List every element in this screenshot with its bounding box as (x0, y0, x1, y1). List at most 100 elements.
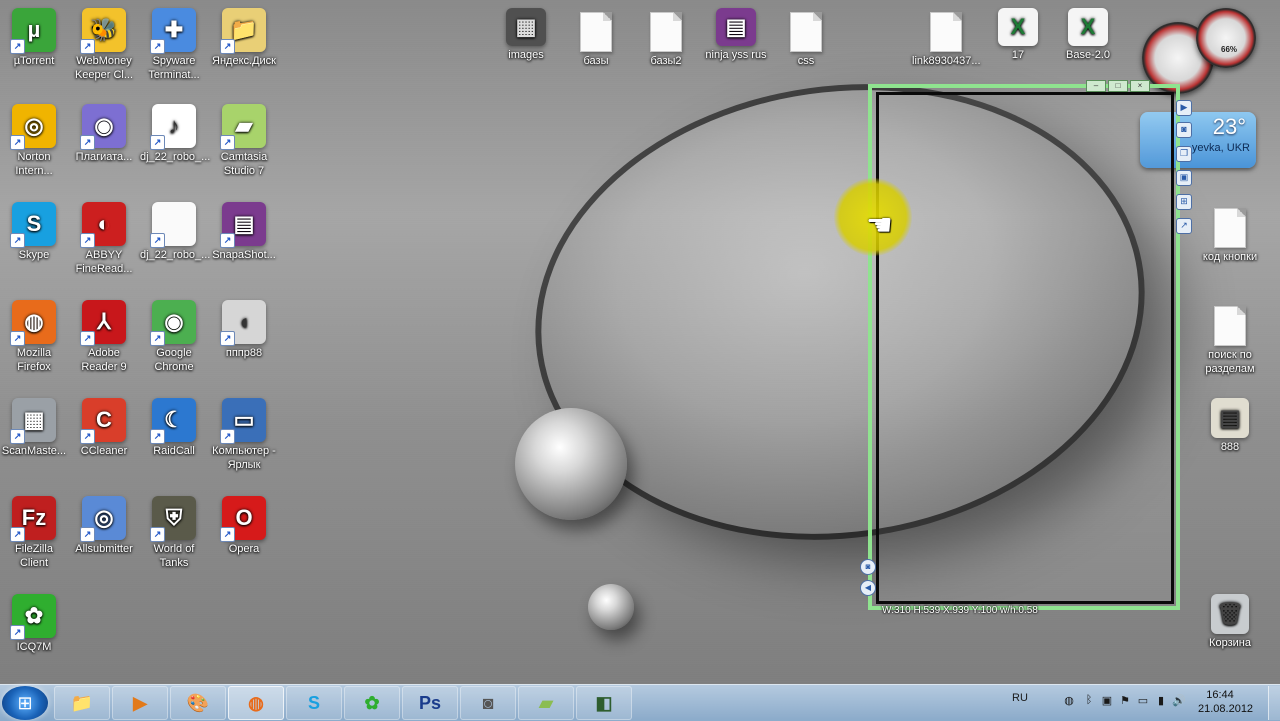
gauge-percent: 66% (1221, 45, 1238, 54)
taskbar-button[interactable]: ▶ (112, 686, 168, 720)
desktop-icon-label: Camtasia Studio 7 (220, 151, 268, 177)
show-desktop-button[interactable] (1268, 686, 1280, 720)
shortcut-arrow-icon: ↗ (80, 135, 95, 150)
desktop-icon[interactable]: X Base-2.0 (1054, 8, 1122, 62)
arrow-left-icon[interactable]: ◀ (860, 580, 876, 596)
desktop-icon[interactable]: 🗑 Корзина (1194, 594, 1266, 650)
snapshot-icon[interactable]: ◙ (860, 559, 876, 575)
taskbar-button[interactable]: Ps (402, 686, 458, 720)
copy-icon[interactable]: ❐ (1176, 146, 1192, 162)
bluetooth-icon[interactable]: ᛒ (1082, 694, 1096, 708)
shortcut-arrow-icon: ↗ (150, 429, 165, 444)
desktop-icon[interactable]: ▦ ↗ ScanMaste... (0, 398, 68, 458)
desktop-icon[interactable]: ⛨ ↗ World of Tanks (140, 496, 208, 570)
taskbar-button[interactable]: 🎨 (170, 686, 226, 720)
shortcut-arrow-icon: ↗ (150, 39, 165, 54)
desktop-icon[interactable]: ◖ ↗ пппр88 (210, 300, 278, 360)
desktop-icon[interactable]: 📁 ↗ Яндекс.Диск (210, 8, 278, 68)
excel-file-icon: X (998, 8, 1038, 46)
signal-icon[interactable]: ▮ (1154, 694, 1168, 708)
file-icon (580, 12, 612, 52)
toggle-icon: ◖ ↗ (220, 300, 266, 346)
capture-minimize-button[interactable]: – (1086, 80, 1106, 92)
desktop-icon[interactable]: css (772, 8, 840, 68)
desktop-icon[interactable]: ◎ ↗ Norton Intern... (0, 104, 68, 178)
desktop-icon[interactable]: поиск по разделам (1194, 302, 1266, 376)
taskbar-button[interactable]: ◧ (576, 686, 632, 720)
desktop-icon-label: Base-2.0 (1065, 49, 1111, 61)
taskbar-button[interactable]: S (286, 686, 342, 720)
display-icon[interactable]: ▭ (1136, 694, 1150, 708)
capture-maximize-button[interactable]: □ (1108, 80, 1128, 92)
resize-icon[interactable]: ⊞ (1176, 194, 1192, 210)
capture-region-inner[interactable] (876, 92, 1174, 604)
capture-close-button[interactable]: × (1130, 80, 1150, 92)
desktop-icon-label: µTorrent (13, 55, 55, 67)
desktop-icon[interactable]: O ↗ Opera (210, 496, 278, 556)
export-icon[interactable]: ↗ (1176, 218, 1192, 234)
language-indicator[interactable]: RU (1012, 692, 1028, 704)
desktop-icon[interactable]: базы (562, 8, 630, 68)
desktop-icon[interactable]: ▭ ↗ Компьютер - Ярлык (210, 398, 278, 472)
save-icon[interactable]: ▣ (1176, 170, 1192, 186)
desktop-icon-label: dj_22_robo_... (140, 151, 211, 163)
desktop-icon-label: базы (583, 55, 609, 67)
desktop-icon[interactable]: ▦ images (492, 8, 560, 62)
desktop-icon[interactable]: ♪ ↗ dj_22_robo_... (140, 104, 211, 164)
desktop-icon-label: код кнопки (1202, 251, 1258, 263)
desktop-icon[interactable]: код кнопки (1194, 204, 1266, 264)
desktop-icon[interactable]: X 17 (984, 8, 1052, 62)
desktop-icon[interactable]: S ↗ Skype (0, 202, 68, 262)
camera-icon[interactable]: ◙ (1176, 122, 1192, 138)
desktop-icon[interactable]: ☾ ↗ RaidCall (140, 398, 208, 458)
paint-icon: 🎨 (186, 692, 210, 713)
taskbar-button[interactable]: ◙ (460, 686, 516, 720)
winrar-icon: ▤ (716, 8, 756, 46)
desktop-icon[interactable]: ↗ dj_22_robo_... (140, 202, 210, 262)
flag-icon[interactable]: ⚑ (1118, 694, 1132, 708)
desktop-icon[interactable]: Fz ↗ FileZilla Client (0, 496, 68, 570)
recycle-bin-icon: 🗑 (1211, 594, 1249, 634)
system-clock[interactable]: 16:44 21.08.2012 (1198, 688, 1253, 716)
volume-icon[interactable]: 🔊 (1172, 694, 1186, 708)
desktop-icon[interactable]: ◐ ↗ ABBYY FineRead... (70, 202, 138, 276)
norton-icon: ◎ ↗ (10, 104, 56, 150)
opera-icon: O ↗ (220, 496, 266, 542)
desktop-icon[interactable]: ◉ ↗ Плагиата... (70, 104, 138, 164)
desktop-icon[interactable]: ▤ ↗ SnapaShot... (210, 202, 278, 262)
desktop-icon[interactable]: 🐝 ↗ WebMoney Keeper Cl... (70, 8, 138, 82)
taskbar-button[interactable]: 📁 (54, 686, 110, 720)
camtasia-icon: ▰ ↗ (220, 104, 266, 150)
network-icon[interactable]: ▣ (1100, 694, 1114, 708)
taskbar-button[interactable]: ◍ (228, 686, 284, 720)
desktop-icon[interactable]: ◉ ↗ Google Chrome (140, 300, 208, 374)
desktop-icon[interactable]: µ ↗ µTorrent (0, 8, 68, 68)
raidcall-icon: ☾ ↗ (150, 398, 196, 444)
desktop-icon[interactable]: C ↗ CCleaner (70, 398, 138, 458)
desktop-icon-label: ScanMaste... (1, 445, 67, 457)
desktop-icon[interactable]: ✿ ↗ ICQ7M (0, 594, 68, 654)
desktop-icon[interactable]: link8930437... (912, 8, 981, 68)
desktop-icon[interactable]: ◎ ↗ Allsubmitter (70, 496, 138, 556)
desktop-icon[interactable]: ✚ ↗ Spyware Terminat... (140, 8, 208, 82)
shortcut-arrow-icon: ↗ (80, 527, 95, 542)
desktop-icon[interactable]: ▰ ↗ Camtasia Studio 7 (210, 104, 278, 178)
desktop-icon-label: базы2 (650, 55, 682, 67)
shield-icon: ✚ ↗ (150, 8, 196, 54)
tray-app-icon[interactable]: ◍ (1062, 694, 1076, 708)
desktop-icon[interactable]: ▤ ninja yss rus (702, 8, 770, 62)
shortcut-arrow-icon: ↗ (80, 331, 95, 346)
desktop-icon[interactable]: ◍ ↗ Mozilla Firefox (0, 300, 68, 374)
taskbar-button[interactable]: ▰ (518, 686, 574, 720)
play-icon[interactable]: ▶ (1176, 100, 1192, 116)
desktop-icon[interactable]: базы2 (632, 8, 700, 68)
taskbar-button[interactable]: ✿ (344, 686, 400, 720)
recorder-icon: ◧ (595, 692, 613, 713)
desktop-icon-label: RaidCall (153, 445, 195, 457)
start-button[interactable]: ⊞ (2, 686, 48, 720)
camtasia-icon: ▰ (539, 692, 553, 713)
media-player-icon: ▶ (133, 692, 147, 713)
desktop-icon[interactable]: ▤ 888 (1194, 398, 1266, 454)
memory-gauge-gadget[interactable] (1196, 8, 1256, 68)
desktop-icon[interactable]: ⅄ ↗ Adobe Reader 9 (70, 300, 138, 374)
